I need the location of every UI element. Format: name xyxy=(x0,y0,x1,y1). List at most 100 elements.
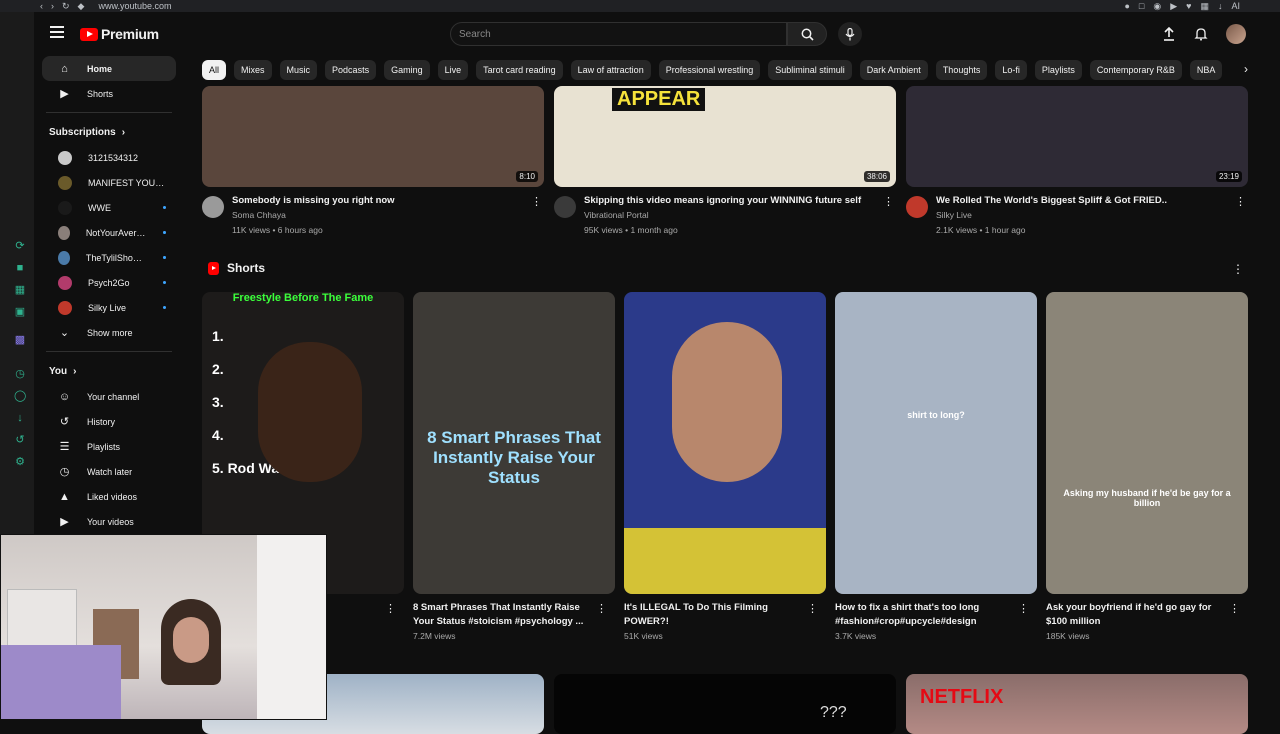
filter-chip[interactable]: All xyxy=(202,60,227,80)
filter-chip[interactable]: Gaming xyxy=(384,60,430,80)
filter-chip[interactable]: Law of attraction xyxy=(570,60,651,80)
video-thumbnail[interactable]: ??? xyxy=(554,674,896,734)
short-title[interactable]: Ask your boyfriend if he'd go gay for $1… xyxy=(1046,601,1218,629)
filter-chip[interactable]: Tarot card reading xyxy=(476,60,563,80)
account-avatar[interactable] xyxy=(1226,24,1246,44)
video-thumbnail[interactable]: NETFLIX xyxy=(906,674,1248,734)
extension-icon[interactable]: ▶ xyxy=(1170,1,1177,12)
short-card[interactable]: 8 Smart Phrases That Instantly Raise You… xyxy=(413,292,615,641)
filter-chip[interactable]: NBA xyxy=(1189,60,1223,80)
more-actions-icon[interactable]: ⋮ xyxy=(1018,602,1029,615)
channel-name[interactable]: Silky Live xyxy=(936,210,1248,220)
youtube-premium-logo[interactable]: Premium xyxy=(80,26,159,42)
more-actions-icon[interactable]: ⋮ xyxy=(1235,195,1246,208)
sidebar-subscription-item[interactable]: Psych2Go xyxy=(42,270,176,295)
video-card[interactable]: APPEAR 38:06 Skipping this video means ign… xyxy=(554,86,896,235)
back-icon[interactable]: ‹ xyxy=(40,1,43,12)
reload-icon[interactable]: ↻ xyxy=(62,1,70,12)
channel-avatar[interactable] xyxy=(554,196,576,218)
download-icon[interactable]: ↓ xyxy=(1218,1,1223,11)
more-actions-icon[interactable]: ⋮ xyxy=(596,602,607,615)
puzzle-icon[interactable]: ▦ xyxy=(1200,1,1209,12)
video-title[interactable]: Somebody is missing you right now xyxy=(232,195,522,206)
rail-app-icon[interactable]: ▩ xyxy=(14,334,26,346)
filter-chip[interactable]: Music xyxy=(279,60,318,80)
video-title[interactable]: Skipping this video means ignoring your … xyxy=(584,195,874,206)
channel-name[interactable]: Soma Chhaya xyxy=(232,210,544,220)
short-card[interactable]: It's ILLEGAL To Do This Filming POWER?! 5… xyxy=(624,292,826,641)
chips-next-button[interactable]: › xyxy=(1236,59,1256,79)
menu-icon[interactable] xyxy=(50,26,64,40)
sidebar-subscription-item[interactable]: MANIFEST YOURS... xyxy=(42,170,176,195)
video-title[interactable]: We Rolled The World's Biggest Spliff & G… xyxy=(936,195,1226,206)
filter-chip[interactable]: Contemporary R&B xyxy=(1089,60,1182,80)
more-actions-icon[interactable]: ⋮ xyxy=(1229,602,1240,615)
video-card[interactable]: 23:19 We Rolled The World's Biggest Splif… xyxy=(906,86,1248,235)
sidebar-subscription-item[interactable]: Silky Live xyxy=(42,295,176,320)
filter-chip[interactable]: Dark Ambient xyxy=(859,60,928,80)
sidebar-item-history[interactable]: ↺ History xyxy=(42,409,176,434)
rail-bulb-icon[interactable]: ◯ xyxy=(14,390,26,402)
voice-search-button[interactable] xyxy=(838,22,862,46)
sidebar-subscription-item[interactable]: NotYourAverage... xyxy=(42,220,176,245)
channel-name[interactable]: Vibrational Portal xyxy=(584,210,896,220)
rail-chat-icon[interactable]: ▣ xyxy=(14,306,26,318)
sidebar-item-home[interactable]: ⌂ Home xyxy=(42,56,176,81)
extension-icon[interactable]: ● xyxy=(1124,1,1129,11)
short-title[interactable]: How to fix a shirt that's too long #fash… xyxy=(835,601,1007,629)
sidebar-item-shorts[interactable]: ▶ Shorts xyxy=(42,81,176,106)
video-thumbnail[interactable]: APPEAR 38:06 xyxy=(554,86,896,187)
filter-chip[interactable]: Mixes xyxy=(234,60,272,80)
more-actions-icon[interactable]: ⋮ xyxy=(807,602,818,615)
subscriptions-header[interactable]: Subscriptions › xyxy=(34,119,184,145)
channel-avatar[interactable] xyxy=(906,196,928,218)
shorts-more-icon[interactable]: ⋮ xyxy=(1232,262,1244,276)
filter-chip[interactable]: Playlists xyxy=(1034,60,1082,80)
rail-refresh-icon[interactable]: ⟳ xyxy=(14,240,26,252)
forward-icon[interactable]: › xyxy=(51,1,54,12)
filter-chip[interactable]: Thoughts xyxy=(935,60,988,80)
short-thumbnail[interactable] xyxy=(624,292,826,594)
more-actions-icon[interactable]: ⋮ xyxy=(385,602,396,615)
filter-chip[interactable]: Professional wrestling xyxy=(658,60,761,80)
more-actions-icon[interactable]: ⋮ xyxy=(883,195,894,208)
sidebar-subscription-item[interactable]: WWE xyxy=(42,195,176,220)
profile-badge[interactable]: AI xyxy=(1231,1,1240,11)
filter-chip[interactable]: Lo-fi xyxy=(995,60,1027,80)
video-card[interactable]: 8:10 Somebody is missing you right now Som… xyxy=(202,86,544,235)
rail-history-icon[interactable]: ↺ xyxy=(14,434,26,446)
heart-icon[interactable]: ♥ xyxy=(1186,1,1191,11)
you-header[interactable]: You › xyxy=(34,358,184,384)
extension-icon[interactable]: □ xyxy=(1139,1,1144,11)
short-title[interactable]: 8 Smart Phrases That Instantly Raise You… xyxy=(413,601,585,629)
extension-icon[interactable]: ◉ xyxy=(1153,1,1161,12)
search-button[interactable] xyxy=(787,22,827,46)
show-more-button[interactable]: ⌄ Show more xyxy=(42,320,176,345)
short-thumbnail[interactable]: 8 Smart Phrases That Instantly Raise You… xyxy=(413,292,615,594)
sidebar-item-channel[interactable]: ☺ Your channel xyxy=(42,384,176,409)
sidebar-item-watch-later[interactable]: ◷ Watch later xyxy=(42,459,176,484)
sidebar-item-playlists[interactable]: ☰ Playlists xyxy=(42,434,176,459)
rail-grid-icon[interactable]: ▦ xyxy=(14,284,26,296)
rail-download-icon[interactable]: ↓ xyxy=(14,412,26,424)
filter-chip[interactable]: Subliminal stimuli xyxy=(768,60,852,80)
short-thumbnail[interactable]: Asking my husband if he'd be gay for a b… xyxy=(1046,292,1248,594)
rail-robot-icon[interactable]: ■ xyxy=(14,262,26,274)
notifications-bell-icon[interactable] xyxy=(1194,27,1208,41)
filter-chip[interactable]: Podcasts xyxy=(325,60,377,80)
short-title[interactable]: It's ILLEGAL To Do This Filming POWER?! xyxy=(624,601,796,629)
sidebar-item-liked[interactable]: ▲ Liked videos xyxy=(42,484,176,509)
rail-settings-icon[interactable]: ⚙ xyxy=(14,456,26,468)
short-card[interactable]: shirt to long? How to fix a shirt that's … xyxy=(835,292,1037,641)
video-thumbnail[interactable]: 23:19 xyxy=(906,86,1248,187)
short-thumbnail[interactable]: shirt to long? xyxy=(835,292,1037,594)
sidebar-item-your-videos[interactable]: ▶ Your videos xyxy=(42,509,176,534)
channel-avatar[interactable] xyxy=(202,196,224,218)
upload-icon[interactable] xyxy=(1162,27,1176,41)
search-input[interactable]: Search xyxy=(450,22,787,46)
sidebar-subscription-item[interactable]: TheTylilShow Live xyxy=(42,245,176,270)
sidebar-subscription-item[interactable]: 3121534312 xyxy=(42,145,176,170)
video-thumbnail[interactable]: 8:10 xyxy=(202,86,544,187)
url-field[interactable]: www.youtube.com xyxy=(98,1,171,11)
rail-clock-icon[interactable]: ◷ xyxy=(14,368,26,380)
